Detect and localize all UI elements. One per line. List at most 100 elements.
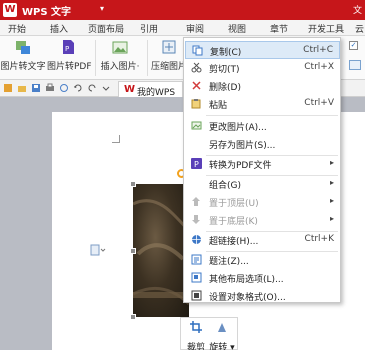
image-to-pdf-label: 图片转PDF [47,62,92,72]
tab-section[interactable]: 章节 [270,22,288,35]
menu-item-label: 转换为PDF文件 [209,161,272,171]
svg-text:P: P [65,45,69,53]
menu-item-format-object[interactable]: 设置对象格式(O)... [185,287,340,305]
resize-handle-bottom-left[interactable] [130,314,136,320]
menu-item-label: 组合(G) [209,181,241,191]
layout-options-icon[interactable] [90,244,106,256]
crop-label: 裁剪 [186,343,205,350]
submenu-arrow-icon: ▸ [329,214,334,223]
image-to-text-button[interactable]: 图片转文字 [0,39,46,72]
menu-item-bring-to-front[interactable]: 置于顶层(U) ▸ [185,193,340,211]
selected-picture[interactable] [133,184,189,317]
crop-icon [190,321,202,333]
shortcut-label: Ctrl+C [303,45,333,55]
crop-button[interactable]: 裁剪 [183,321,209,350]
tab-cloud[interactable]: 云 [355,22,364,35]
redo-icon[interactable] [87,83,97,93]
open-icon[interactable] [17,83,27,93]
image-to-text-icon [16,41,30,54]
menu-item-label: 题注(Z)... [209,257,249,267]
menu-tabs: 开始 插入 页面布局 引用 审阅 视图 章节 开发工具 云 [0,20,365,36]
send-back-icon [192,215,200,224]
menu-item-cut[interactable]: 剪切(T) Ctrl+X [185,59,340,77]
wps-logo-icon[interactable]: W [3,3,17,17]
checkbox[interactable]: ✓ [349,41,358,50]
layout-options-icon [191,272,202,283]
title-bar: W WPS 文字 ▾ 文 [0,0,365,20]
submenu-arrow-icon: ▸ [329,196,334,205]
menu-item-label: 另存为图片(S)... [209,141,276,151]
print-icon[interactable] [45,83,55,93]
menu-item-caption[interactable]: 题注(Z)... [185,251,340,269]
menu-item-layout-options[interactable]: 其他布局选项(L)... [185,269,340,287]
paste-icon [191,99,201,109]
tab-my-wps[interactable]: W 我的WPS [118,81,183,98]
svg-text:P: P [194,160,199,169]
shortcut-label: Ctrl+V [304,98,334,108]
copy-icon [192,45,203,56]
tab-start[interactable]: 开始 [8,22,26,35]
ribbon-divider [147,40,148,76]
menu-item-label: 置于底层(K) [209,217,258,227]
app-menu-dropdown-icon[interactable]: ▾ [100,4,104,13]
menu-item-group[interactable]: 组合(G) ▸ [185,175,340,193]
submenu-arrow-icon: ▸ [329,158,334,167]
tab-page-layout[interactable]: 页面布局 [88,22,124,35]
tab-insert[interactable]: 插入 [50,22,68,35]
shortcut-label: Ctrl+K [304,234,334,244]
format-object-icon [191,290,202,301]
insert-picture-button[interactable]: 插入图片· [98,39,142,72]
menu-item-change-picture[interactable]: 更改图片(A)... [185,117,340,135]
menu-item-label: 超链接(H)... [209,237,259,247]
ribbon-divider [95,40,96,76]
preview-icon[interactable] [59,83,69,93]
resize-handle-middle-left[interactable] [130,248,136,254]
image-to-text-label: 图片转文字 [0,62,46,72]
insert-picture-icon [112,41,128,54]
tab-review[interactable]: 审阅 [186,22,204,35]
pdf-icon: P [191,158,202,169]
image-to-pdf-button[interactable]: P 图片转PDF [47,39,92,72]
tab-references[interactable]: 引用 [140,22,158,35]
submenu-arrow-icon: ▸ [329,178,334,187]
save-icon[interactable] [31,83,41,93]
new-doc-icon[interactable] [3,83,13,93]
text-icon[interactable]: 文 [353,3,362,16]
cut-icon [191,62,202,73]
pdf-icon: P [63,40,74,54]
menu-item-save-as-picture[interactable]: 另存为图片(S)... [185,135,340,153]
shortcut-label: Ctrl+X [304,62,334,72]
rotate-icon [218,323,226,332]
more-icon[interactable] [101,83,111,93]
menu-item-label: 其他布局选项(L)... [209,275,284,285]
menu-item-paste[interactable]: 粘贴 Ctrl+V [185,95,340,113]
menu-item-label: 设置对象格式(O)... [209,293,286,303]
menu-item-copy[interactable]: 复制(C) Ctrl+C [185,41,340,59]
compress-picture-icon [162,40,176,54]
resize-handle-top-left[interactable] [130,181,136,187]
tab-view[interactable]: 视图 [228,22,246,35]
tab-developer[interactable]: 开发工具 [308,22,344,35]
menu-item-hyperlink[interactable]: 超链接(H)... Ctrl+K [185,231,340,249]
menu-separator [206,115,338,116]
picture-content [133,199,189,306]
menu-item-convert-to-pdf[interactable]: P 转换为PDF文件 ▸ [185,155,340,173]
rotate-label: 旋转 ▾ [209,343,235,350]
menu-item-send-to-back[interactable]: 置于底层(K) ▸ [185,211,340,229]
picture-float-toolbar: 裁剪 旋转 ▾ [180,317,238,350]
delete-icon [192,81,201,90]
insert-picture-label: 插入图片· [100,62,140,72]
context-menu: 复制(C) Ctrl+C 剪切(T) Ctrl+X 删除(D) 粘贴 Ctrl+… [183,37,341,303]
hyperlink-icon [192,235,201,244]
rotate-button[interactable]: 旋转 ▾ [209,321,235,350]
undo-icon[interactable] [73,83,83,93]
menu-item-label: 剪切(T) [209,65,240,75]
app-title[interactable]: WPS 文字 [22,3,71,18]
menu-item-label: 置于顶层(U) [209,199,259,209]
wps-tab-logo-icon: W [124,84,136,95]
wrap-icon[interactable] [349,60,361,70]
caption-icon [191,254,202,265]
change-picture-icon [191,121,202,130]
menu-item-delete[interactable]: 删除(D) [185,77,340,95]
menu-item-label: 复制(C) [210,48,242,58]
